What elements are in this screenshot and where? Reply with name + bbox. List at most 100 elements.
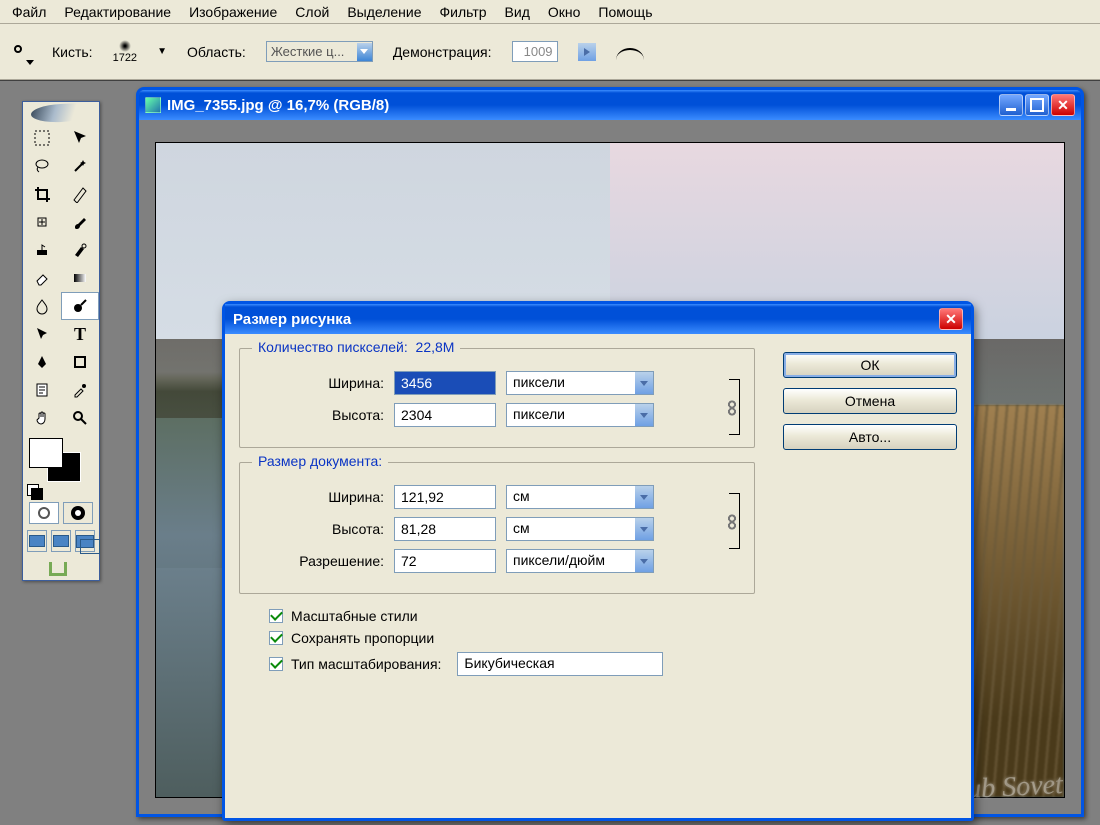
dialog-close-button[interactable] [939,308,963,330]
tool-eraser[interactable] [23,264,61,292]
main-menubar: Файл Редактирование Изображение Слой Выд… [0,0,1100,24]
constrain-link-icon [710,493,740,549]
doc-close-button[interactable] [1051,94,1075,116]
chevron-down-icon[interactable] [635,486,653,508]
menu-select[interactable]: Выделение [339,1,429,23]
doc-minimize-button[interactable] [999,94,1023,116]
menu-edit[interactable]: Редактирование [56,1,179,23]
menu-window[interactable]: Окно [540,1,589,23]
tool-healing-brush[interactable] [23,208,61,236]
tool-move[interactable] [61,124,99,152]
width-px-unit-combo[interactable]: пиксели [506,371,654,395]
auto-button[interactable]: Авто... [783,424,957,450]
height-cm-unit-combo[interactable]: см [506,517,654,541]
menu-image[interactable]: Изображение [181,1,285,23]
height-cm-input[interactable] [394,517,496,541]
doc-maximize-button[interactable] [1025,94,1049,116]
resolution-unit-combo[interactable]: пиксели/дюйм [506,549,654,573]
width-cm-input[interactable] [394,485,496,509]
document-size-label: Размер документа: [258,453,382,469]
tool-lasso[interactable] [23,152,61,180]
jump-to-imageready-icon[interactable] [49,562,67,576]
chevron-down-icon[interactable] [635,550,653,572]
chain-icon[interactable] [725,513,739,531]
tool-indicator-icon[interactable] [10,41,32,63]
resolution-label: Разрешение: [252,553,384,569]
resample-method-value: Бикубическая [458,653,662,675]
tool-history-brush[interactable] [61,236,99,264]
tool-type[interactable]: T [61,320,99,348]
chevron-down-icon[interactable] [635,404,653,426]
document-app-icon [145,97,161,113]
tool-zoom[interactable] [61,404,99,432]
options-toolbar: Кисть: 1722 ▼ Область: Демонстрация: [0,24,1100,80]
resample-label: Тип масштабирования: [291,656,441,672]
palette-header[interactable] [23,102,99,124]
tool-shape[interactable] [61,348,99,376]
tool-eyedropper[interactable] [61,376,99,404]
brush-size-value: 1722 [113,52,137,64]
pixel-dimensions-group: Количество пискселей: 22,8M Ширина: пикс… [239,348,755,448]
tool-blur[interactable] [23,292,61,320]
tool-path-select[interactable] [23,320,61,348]
tool-pen[interactable] [23,348,61,376]
tool-clone-stamp[interactable] [23,236,61,264]
area-dropdown-icon[interactable] [357,43,372,61]
width-px-label: Ширина: [252,375,384,391]
brush-preset-picker[interactable]: 1722 [113,40,137,64]
color-swatches[interactable] [27,436,95,488]
screen-mode-standard[interactable] [27,530,47,552]
cancel-button[interactable]: Отмена [783,388,957,414]
tool-magic-wand[interactable] [61,152,99,180]
demo-value[interactable] [512,41,558,62]
height-px-input[interactable] [394,403,496,427]
dialog-titlebar[interactable]: Размер рисунка [225,304,971,334]
height-cm-unit-value: см [507,518,635,540]
area-combo-value[interactable] [267,42,357,61]
foreground-color-swatch[interactable] [29,438,63,468]
chevron-down-icon[interactable] [635,518,653,540]
menu-view[interactable]: Вид [497,1,538,23]
brush-picker-dropdown-icon[interactable]: ▼ [157,46,167,57]
screen-mode-full-menubar[interactable] [51,530,71,552]
tool-hand[interactable] [23,404,61,432]
chain-icon[interactable] [725,399,739,417]
resample-checkbox[interactable] [269,657,283,671]
resample-method-combo[interactable]: Бикубическая [457,652,663,676]
tool-notes[interactable] [23,376,61,404]
brush-label: Кисть: [52,44,93,60]
document-size-group: Размер документа: Ширина: см Высота: см [239,462,755,594]
height-px-unit-value: пиксели [507,404,635,426]
constrain-proportions-checkbox[interactable] [269,631,283,645]
tool-brush[interactable] [61,208,99,236]
width-cm-unit-value: см [507,486,635,508]
width-px-input[interactable] [394,371,496,395]
resolution-input[interactable] [394,549,496,573]
quickmask-mode-button[interactable] [63,502,93,524]
menu-filter[interactable]: Фильтр [432,1,495,23]
tool-dodge[interactable] [61,292,99,320]
demo-play-icon[interactable] [578,43,596,61]
scale-styles-checkbox[interactable] [269,609,283,623]
chevron-down-icon[interactable] [635,372,653,394]
brush-dot-icon [119,40,131,52]
circle-outline-icon [38,507,50,519]
screen-mode-full[interactable] [75,530,95,552]
standard-mode-button[interactable] [29,502,59,524]
tool-slice[interactable] [61,180,99,208]
tool-crop[interactable] [23,180,61,208]
width-px-unit-value: пиксели [507,372,635,394]
stroke-preview-icon[interactable] [616,42,644,62]
image-size-dialog: Размер рисунка ОК Отмена Авто... Количес… [222,301,974,821]
area-combo[interactable] [266,41,373,62]
dialog-title: Размер рисунка [233,311,351,328]
menu-layer[interactable]: Слой [287,1,337,23]
tool-marquee[interactable] [23,124,61,152]
menu-file[interactable]: Файл [4,1,54,23]
width-cm-unit-combo[interactable]: см [506,485,654,509]
menu-help[interactable]: Помощь [590,1,660,23]
tool-gradient[interactable] [61,264,99,292]
ok-button[interactable]: ОК [783,352,957,378]
document-titlebar[interactable]: IMG_7355.jpg @ 16,7% (RGB/8) [139,90,1081,120]
height-px-unit-combo[interactable]: пиксели [506,403,654,427]
